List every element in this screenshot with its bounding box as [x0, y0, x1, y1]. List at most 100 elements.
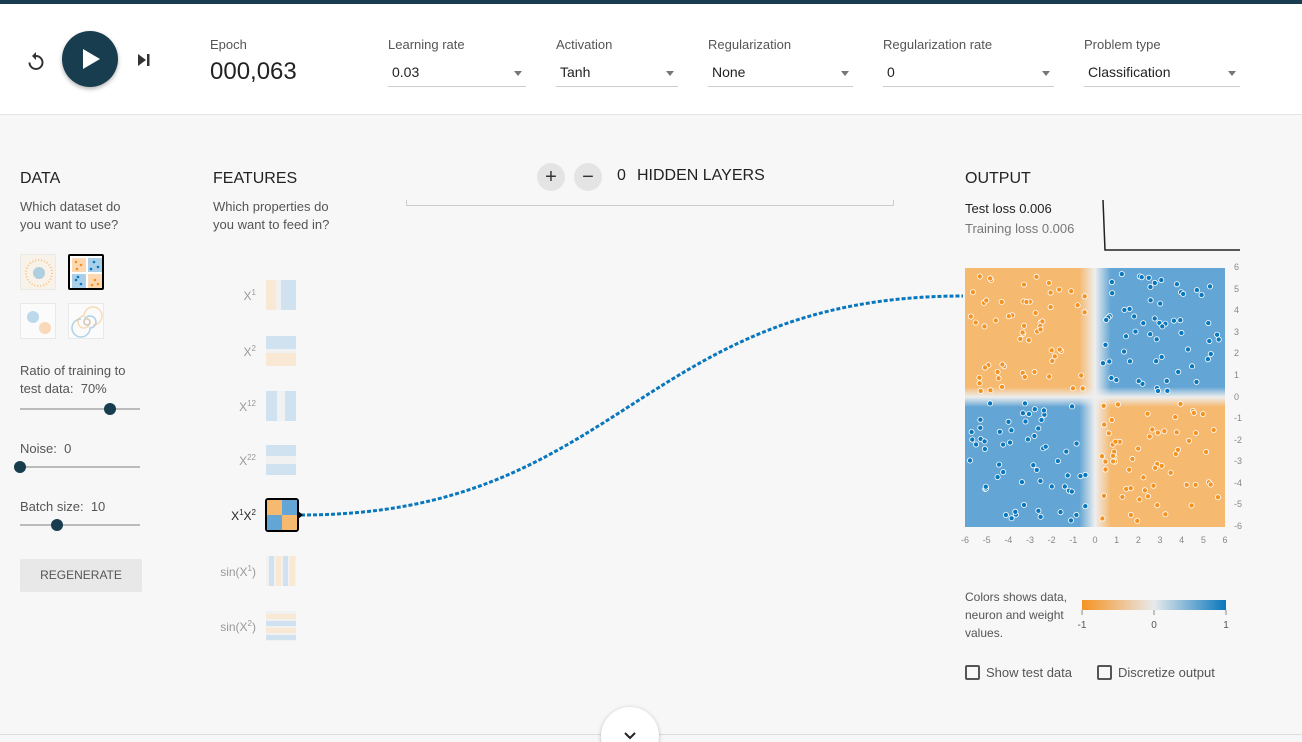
data-point	[1138, 274, 1145, 281]
data-point	[1150, 482, 1157, 489]
discretize-output-checkbox[interactable]: Discretize output	[1097, 665, 1215, 680]
x-axis-tick-label: -5	[982, 535, 991, 545]
data-point	[996, 461, 1003, 468]
data-point	[1205, 320, 1212, 327]
data-point	[1081, 309, 1088, 316]
data-point	[1119, 493, 1126, 500]
x-axis-tick-label: -2	[1047, 535, 1056, 545]
data-point	[1064, 472, 1071, 479]
data-point	[1040, 407, 1047, 414]
data-point	[1175, 368, 1182, 375]
data-point	[1073, 511, 1080, 518]
show-test-data-checkbox[interactable]: Show test data	[965, 665, 1072, 680]
data-point	[1061, 483, 1068, 490]
data-point	[992, 317, 999, 324]
x-axis-tick-label: -6	[960, 535, 969, 545]
data-point	[977, 424, 984, 431]
x-axis-tick-label: 5	[1200, 535, 1206, 545]
data-point	[1159, 323, 1166, 330]
data-point	[1173, 429, 1180, 436]
training-loss: Training loss 0.006	[965, 221, 1074, 236]
data-point	[1135, 378, 1142, 385]
data-point	[1026, 410, 1033, 417]
color-legend-bar	[1082, 600, 1226, 610]
y-axis-tick-label: -2	[1234, 434, 1243, 445]
data-point	[1185, 437, 1192, 444]
legend-tick-label: 0	[1151, 620, 1157, 631]
data-point	[976, 380, 983, 387]
data-point	[1045, 279, 1052, 286]
data-point	[1121, 306, 1128, 313]
data-point	[1199, 411, 1206, 418]
data-point	[1126, 466, 1133, 473]
data-point	[1079, 385, 1086, 392]
data-point	[995, 375, 1002, 382]
y-axis-tick-label: 0	[1234, 391, 1240, 402]
discretize-output-label: Discretize output	[1118, 665, 1215, 680]
heatmap-boundary	[965, 387, 1225, 407]
output-heatmap	[965, 268, 1225, 527]
data-point	[1037, 326, 1044, 333]
data-point	[1154, 429, 1161, 436]
data-point	[1077, 473, 1084, 480]
data-point	[981, 364, 988, 371]
data-point	[1109, 290, 1116, 297]
data-point	[1112, 438, 1119, 445]
data-point	[1136, 496, 1143, 503]
data-point	[1126, 358, 1133, 365]
data-point	[999, 383, 1006, 390]
data-point	[1177, 317, 1184, 324]
chevron-down-icon	[624, 732, 636, 740]
data-point	[1102, 458, 1109, 465]
data-point	[1008, 427, 1015, 434]
data-point	[1000, 469, 1007, 476]
data-point	[1019, 329, 1026, 336]
data-point	[1068, 517, 1075, 524]
data-point	[1158, 277, 1165, 284]
data-point	[1157, 300, 1164, 307]
data-point	[1047, 304, 1054, 311]
link-arrow-icon	[298, 511, 303, 519]
data-point	[1047, 289, 1054, 296]
data-point	[1021, 501, 1028, 508]
data-point	[1005, 313, 1012, 320]
data-point	[1113, 377, 1120, 384]
checkbox-icon	[965, 665, 980, 680]
data-point	[969, 436, 976, 443]
data-point	[1144, 410, 1151, 417]
data-point	[1154, 502, 1161, 509]
data-point	[996, 428, 1003, 435]
data-point	[1035, 507, 1042, 514]
data-point	[1007, 439, 1014, 446]
data-point	[1174, 446, 1181, 453]
x-axis-tick-label: -1	[1069, 535, 1078, 545]
data-point	[1037, 477, 1044, 484]
data-point	[1193, 287, 1200, 294]
data-point	[1031, 406, 1038, 413]
data-point	[1105, 430, 1112, 437]
data-point	[972, 319, 979, 326]
data-point	[1103, 316, 1110, 323]
data-point	[1101, 421, 1108, 428]
data-point	[977, 416, 984, 423]
y-axis-tick-label: 5	[1234, 283, 1240, 294]
data-point	[1000, 441, 1007, 448]
data-point	[1198, 291, 1205, 298]
data-point	[1162, 511, 1169, 518]
data-point	[1035, 425, 1042, 432]
weight-link[interactable]	[300, 294, 964, 517]
data-point	[977, 387, 984, 394]
data-point	[1147, 297, 1154, 304]
checkbox-icon	[1097, 665, 1112, 680]
data-point	[1149, 426, 1156, 433]
data-point	[1127, 485, 1134, 492]
data-point	[1025, 337, 1032, 344]
data-point	[1147, 331, 1154, 338]
data-point	[1021, 281, 1028, 288]
data-point	[1022, 400, 1029, 407]
data-point	[1106, 358, 1113, 365]
color-legend-text: Colors shows data, neuron and weight val…	[965, 590, 1068, 640]
data-point	[1048, 483, 1055, 490]
data-point	[1021, 373, 1028, 380]
data-point	[1183, 481, 1190, 488]
